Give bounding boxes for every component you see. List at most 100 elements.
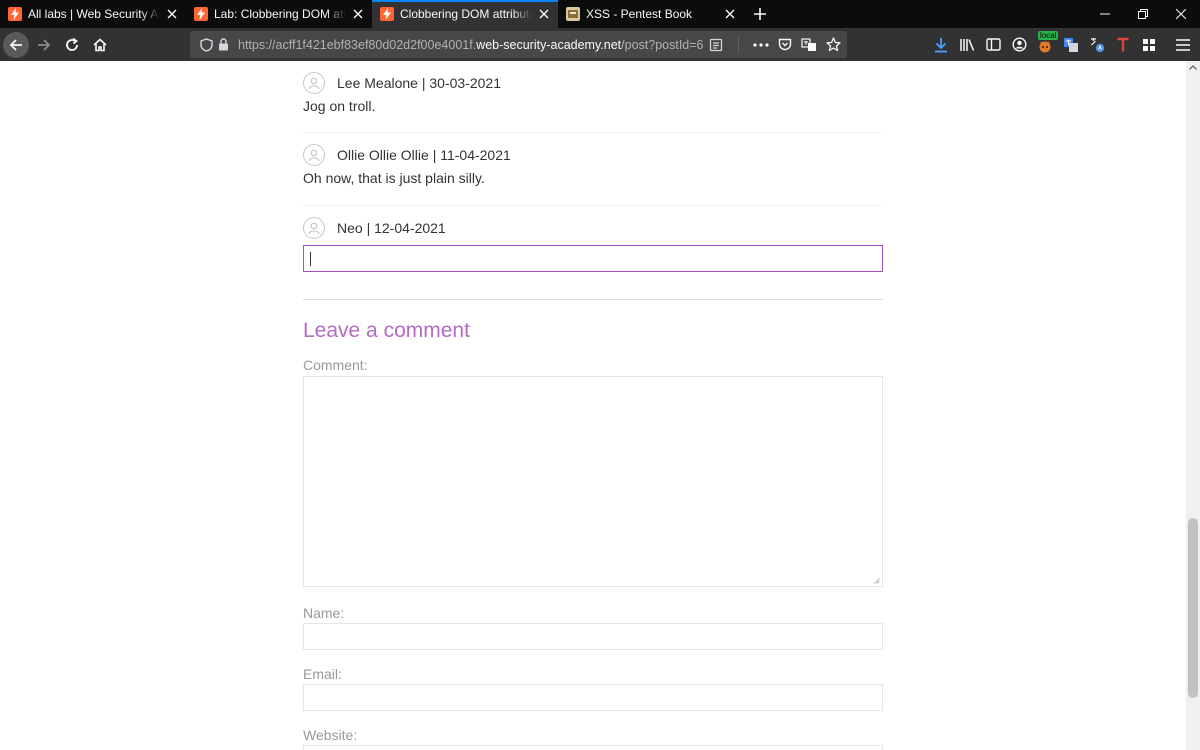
home-button[interactable] bbox=[87, 32, 113, 58]
tab-all-labs[interactable]: All labs | Web Security Academy bbox=[0, 0, 186, 28]
portswigger-icon bbox=[380, 7, 394, 21]
back-button[interactable] bbox=[3, 31, 29, 58]
tab-title: XSS - Pentest Book bbox=[586, 7, 693, 21]
local-badge: local bbox=[1038, 30, 1059, 40]
toolbar-right: local bbox=[928, 28, 1196, 61]
tab-clobbering-active[interactable]: Clobbering DOM attributes to bypass HTML… bbox=[372, 0, 558, 28]
injected-input-field[interactable] bbox=[303, 245, 883, 272]
close-icon[interactable] bbox=[164, 6, 180, 22]
pentest-book-icon bbox=[566, 7, 580, 21]
window-controls bbox=[1086, 0, 1200, 28]
letter-t-icon bbox=[1117, 37, 1129, 51]
download-arrow-icon bbox=[935, 37, 947, 52]
url-bar-divider bbox=[738, 35, 739, 54]
account-button[interactable] bbox=[1006, 32, 1032, 58]
minimize-icon bbox=[1100, 13, 1110, 15]
sidebar-icon bbox=[985, 38, 1001, 51]
comment-author: Ollie Ollie Ollie | 11-04-2021 bbox=[337, 147, 511, 163]
tab-title: Lab: Clobbering DOM attributes to bypass… bbox=[214, 7, 346, 21]
comment-divider bbox=[303, 205, 882, 206]
close-icon[interactable] bbox=[536, 6, 552, 22]
email-input[interactable] bbox=[303, 684, 883, 711]
comment-author: Lee Mealone | 30-03-2021 bbox=[337, 75, 501, 91]
restore-button[interactable] bbox=[1124, 0, 1162, 28]
pocket-icon[interactable] bbox=[775, 35, 795, 55]
comment-text: Jog on troll. bbox=[303, 98, 376, 114]
comment-item: Lee Mealone | 30-03-2021 Jog on troll. bbox=[303, 71, 882, 114]
avatar-icon bbox=[303, 72, 325, 94]
arrow-left-icon bbox=[9, 38, 22, 51]
hamburger-menu-icon bbox=[1176, 38, 1190, 51]
url-bar[interactable]: https://acff1f421ebf83ef80d02d2f00e4001f… bbox=[190, 31, 847, 58]
url-bar-actions bbox=[706, 31, 843, 58]
tab-title: All labs | Web Security Academy bbox=[28, 7, 160, 21]
library-icon bbox=[960, 38, 975, 51]
reader-view-icon[interactable] bbox=[706, 35, 726, 55]
comment-label: Comment: bbox=[303, 357, 368, 373]
plus-icon bbox=[754, 8, 766, 20]
tracking-protection-shield-icon[interactable] bbox=[196, 35, 216, 55]
tab-lab-clobbering[interactable]: Lab: Clobbering DOM attributes to bypass… bbox=[186, 0, 372, 28]
comment-divider bbox=[303, 132, 882, 133]
avatar-icon bbox=[303, 217, 325, 239]
forward-button[interactable] bbox=[31, 32, 57, 58]
name-input[interactable] bbox=[303, 623, 883, 650]
close-icon bbox=[1176, 9, 1186, 19]
tab-bar: All labs | Web Security Academy Lab: Clo… bbox=[0, 0, 1200, 28]
account-icon bbox=[1011, 37, 1027, 52]
url-path: /post?postId=6 bbox=[621, 37, 704, 52]
reload-button[interactable] bbox=[59, 32, 85, 58]
comment-item: Ollie Ollie Ollie | 11-04-2021 Oh now, t… bbox=[303, 143, 882, 186]
tab-title: Clobbering DOM attributes to bypass HTML… bbox=[400, 7, 532, 21]
section-divider bbox=[303, 299, 883, 300]
portswigger-icon bbox=[8, 7, 22, 21]
email-label: Email: bbox=[303, 666, 342, 682]
avatar-icon bbox=[303, 144, 325, 166]
language-extension-button[interactable] bbox=[1084, 32, 1110, 58]
comment-item: Neo | 12-04-2021 bbox=[303, 216, 882, 240]
close-icon[interactable] bbox=[722, 6, 738, 22]
url-text[interactable]: https://acff1f421ebf83ef80d02d2f00e4001f… bbox=[238, 38, 704, 52]
reload-icon bbox=[66, 37, 78, 51]
t-extension-button[interactable] bbox=[1110, 32, 1136, 58]
website-label: Website: bbox=[303, 727, 358, 743]
menu-button[interactable] bbox=[1170, 32, 1196, 58]
website-input[interactable] bbox=[303, 745, 883, 750]
navigation-toolbar: https://acff1f421ebf83ef80d02d2f00e4001f… bbox=[0, 28, 1200, 61]
portswigger-icon bbox=[194, 7, 208, 21]
minimize-button[interactable] bbox=[1086, 0, 1124, 28]
new-tab-button[interactable] bbox=[744, 0, 776, 28]
page-scrollbar[interactable] bbox=[1186, 61, 1200, 750]
library-button[interactable] bbox=[954, 32, 980, 58]
foxyproxy-extension-button[interactable]: local bbox=[1032, 30, 1059, 58]
downloads-button[interactable] bbox=[928, 32, 954, 58]
language-icon bbox=[1091, 37, 1105, 52]
scrollbar-thumb[interactable] bbox=[1188, 518, 1198, 698]
text-caret bbox=[310, 252, 311, 266]
page-actions-ellipsis-icon[interactable] bbox=[751, 35, 771, 55]
leave-comment-heading: Leave a comment bbox=[303, 319, 470, 342]
lock-icon[interactable] bbox=[216, 35, 230, 55]
name-label: Name: bbox=[303, 605, 345, 621]
close-window-button[interactable] bbox=[1162, 0, 1200, 28]
comment-textarea[interactable] bbox=[303, 376, 883, 587]
resize-grip-icon[interactable] bbox=[874, 578, 880, 584]
home-icon bbox=[93, 37, 107, 51]
sidebar-button[interactable] bbox=[980, 32, 1006, 58]
url-host: web-security-academy.net bbox=[476, 37, 622, 52]
comment-text: Oh now, that is just plain silly. bbox=[303, 170, 485, 186]
close-icon[interactable] bbox=[350, 6, 366, 22]
restore-icon bbox=[1138, 9, 1148, 19]
translator-extension-button[interactable] bbox=[1058, 32, 1084, 58]
tab-xss-pentest-book[interactable]: XSS - Pentest Book bbox=[558, 0, 744, 28]
extensions-grid-button[interactable] bbox=[1136, 32, 1162, 58]
bookmark-star-icon[interactable] bbox=[823, 35, 843, 55]
url-prefix: https://acff1f421ebf83ef80d02d2f00e4001f… bbox=[238, 37, 477, 52]
translate-icon[interactable] bbox=[799, 35, 819, 55]
translator-icon bbox=[1064, 37, 1078, 52]
grid-icon bbox=[1143, 38, 1155, 51]
arrow-right-icon bbox=[38, 38, 51, 51]
page-content: Lee Mealone | 30-03-2021 Jog on troll. O… bbox=[0, 61, 1186, 750]
comment-author: Neo | 12-04-2021 bbox=[337, 220, 446, 236]
scroll-up-arrow-icon[interactable] bbox=[1189, 65, 1197, 70]
